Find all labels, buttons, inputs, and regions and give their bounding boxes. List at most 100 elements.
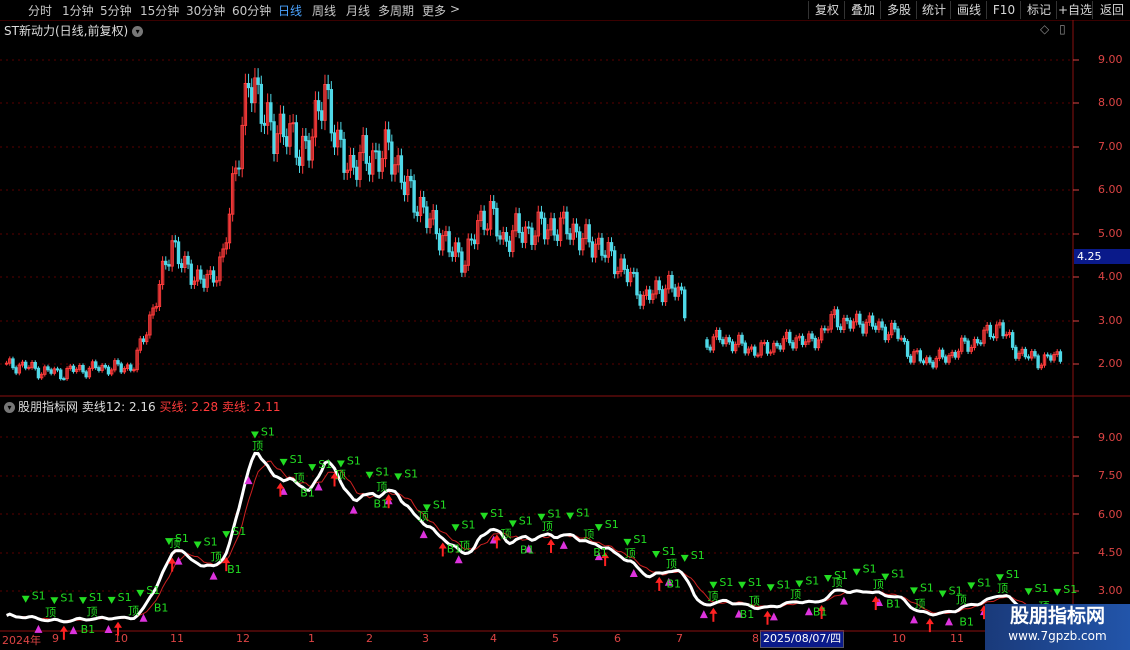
candle-body [625, 268, 630, 283]
sell-signal-label: S1 [204, 535, 218, 548]
watermark-title: 股朋指标网 [1009, 605, 1105, 627]
candle-body [167, 264, 171, 267]
candle-body [507, 240, 512, 252]
sell-signal-label: S1 [261, 425, 275, 438]
candle-body [81, 364, 85, 373]
top-signal-label: 顶 [749, 594, 760, 607]
candle-body [492, 201, 496, 209]
sell-signal-marker [394, 473, 403, 481]
candle-body [835, 309, 840, 328]
buy-signal-label: B1 [886, 598, 901, 611]
sell-signal-label: S1 [1063, 583, 1077, 596]
candle-body [679, 286, 684, 291]
sell-signal-marker [1024, 588, 1033, 596]
sell-signal-label: S1 [232, 525, 246, 538]
candle-body [775, 342, 779, 347]
candle-body [281, 113, 286, 138]
sell-signal-marker [795, 580, 804, 588]
candle-body [33, 361, 37, 369]
top-signal-label: 顶 [500, 527, 511, 540]
sell-signal-label: S1 [118, 591, 132, 604]
buy-signal-label: B1 [81, 623, 96, 636]
candle-body [339, 129, 343, 140]
candle-body [59, 369, 63, 380]
buy-signal-marker [454, 555, 463, 564]
candle-body [660, 289, 665, 303]
candle-body [542, 217, 547, 240]
candle-body [237, 167, 241, 170]
candle-body [1010, 332, 1015, 348]
candle-body [447, 231, 451, 253]
candle-body [498, 235, 502, 240]
candle-body [285, 136, 289, 147]
sell-signal-label: S1 [633, 533, 647, 546]
sell-signal-marker [623, 538, 632, 546]
buy-signal-marker [349, 505, 358, 514]
candle-body [272, 121, 276, 154]
candle-body [329, 89, 334, 134]
candle-body [456, 242, 461, 253]
sell-signal-marker [136, 589, 145, 597]
candle-body [517, 213, 521, 233]
candle-body [469, 238, 474, 241]
top-signal-label: 顶 [956, 594, 967, 607]
candle-body [351, 154, 356, 168]
sell-signal-label: S1 [433, 498, 447, 511]
exit-arrow-head [276, 482, 285, 489]
buy-signal-label: B1 [154, 601, 169, 614]
top-signal-label: 顶 [625, 547, 636, 560]
buy-signal-label: B1 [593, 546, 608, 559]
sell-signal-marker [336, 460, 345, 468]
candle-body [727, 337, 731, 343]
sell-signal-marker [107, 596, 116, 604]
candle-body [399, 155, 404, 183]
candle-body [673, 287, 677, 297]
candle-body [600, 237, 604, 256]
candle-body [520, 231, 525, 243]
buy-signal-marker [34, 624, 43, 633]
sell-signal-marker [279, 458, 288, 466]
candle-body [297, 156, 302, 166]
candle-body [421, 196, 426, 208]
candle-body [975, 339, 980, 344]
candle-body [409, 175, 413, 182]
candle-body [638, 294, 642, 306]
candle-body [940, 349, 945, 358]
candle-body [269, 102, 273, 123]
candle-body [883, 326, 888, 341]
candle-body [861, 323, 865, 334]
candle-body [1033, 351, 1037, 357]
sell-signal-label: S1 [376, 466, 390, 479]
sell-signal-label: S1 [404, 467, 418, 480]
candle-body [921, 360, 926, 364]
candle-body [718, 329, 722, 341]
candle-body [893, 322, 897, 330]
candle-body [141, 338, 146, 343]
candle-body [565, 211, 569, 235]
candle-body [11, 358, 15, 369]
candle-body [23, 361, 28, 369]
candle-body [756, 354, 760, 357]
sell-signal-marker [193, 541, 202, 549]
top-signal-label: 顶 [542, 520, 553, 533]
candle-body [870, 315, 875, 327]
sell-signal-marker [365, 471, 374, 479]
candle-body [648, 289, 652, 300]
candle-body [36, 367, 41, 379]
candle-body [355, 166, 359, 180]
candle-body [928, 357, 932, 363]
candle-body [164, 260, 168, 266]
sell-signal-marker [852, 568, 861, 576]
candle-body [434, 210, 439, 235]
sell-signal-label: S1 [891, 568, 905, 581]
candle-body [173, 240, 178, 243]
candle-body [485, 228, 490, 231]
sell-signal-label: S1 [691, 549, 705, 562]
candle-body [259, 83, 263, 124]
candle-body [199, 269, 203, 280]
candle-body [291, 122, 295, 125]
candle-body [762, 342, 767, 345]
kline-chart[interactable]: S1 S1 S1 S1 S1 S1 S1 S1 S1 S1 S1 S1 S1 S1 S1 S1 S1 S1 S1 S1… [0, 0, 1130, 650]
candle-body [753, 346, 757, 356]
candle-body [27, 366, 31, 369]
